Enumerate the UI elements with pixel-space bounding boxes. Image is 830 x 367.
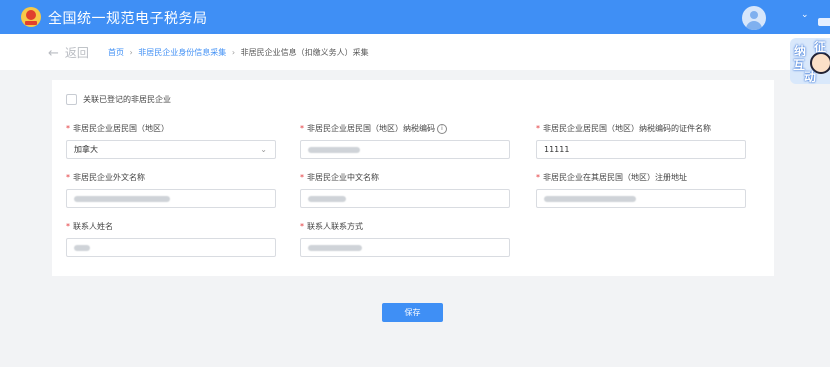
- field-foreign-name: * 非居民企业外文名称: [66, 172, 278, 208]
- field-tax-id: * 非居民企业居民国（地区）纳税编码 i: [300, 123, 512, 159]
- breadcrumb-bar: ← 返回 首页 › 非居民企业身份信息采集 › 非居民企业信息（扣缴义务人）采集: [0, 34, 830, 70]
- required-marker: *: [300, 173, 304, 182]
- required-marker: *: [66, 222, 70, 231]
- chevron-down-icon: ⌄: [260, 145, 267, 154]
- required-marker: *: [66, 124, 70, 133]
- tax-id-cert-name-input[interactable]: 11111: [536, 140, 746, 159]
- widget-char: 动: [804, 70, 817, 84]
- breadcrumb-separator: ›: [129, 48, 133, 57]
- tax-id-cert-name-label: 非居民企业居民国（地区）纳税编码的证件名称: [543, 124, 711, 133]
- redacted-value: [544, 195, 636, 202]
- breadcrumb-separator: ›: [231, 48, 236, 57]
- contact-info-input[interactable]: [300, 238, 510, 257]
- back-button[interactable]: ← 返回: [48, 44, 89, 61]
- mini-badge[interactable]: [818, 18, 830, 26]
- residence-country-value: 加拿大: [74, 145, 98, 154]
- required-marker: *: [300, 124, 304, 133]
- required-marker: *: [536, 173, 540, 182]
- contact-name-input[interactable]: [66, 238, 276, 257]
- field-chinese-name: * 非居民企业中文名称: [300, 172, 512, 208]
- save-button[interactable]: 保存: [382, 303, 443, 322]
- associate-checkbox-row[interactable]: 关联已登记的非居民企业: [66, 94, 171, 105]
- breadcrumb: 首页 › 非居民企业身份信息采集 › 非居民企业信息（扣缴义务人）采集: [108, 47, 369, 58]
- associate-label: 关联已登记的非居民企业: [83, 95, 171, 104]
- widget-char: 征: [814, 40, 827, 54]
- user-avatar-icon[interactable]: [742, 6, 766, 30]
- redacted-value: [74, 195, 170, 202]
- chinese-name-input[interactable]: [300, 189, 510, 208]
- back-label: 返回: [64, 46, 89, 60]
- info-icon[interactable]: i: [437, 123, 447, 134]
- redacted-value: [308, 146, 360, 153]
- contact-name-label: 联系人姓名: [73, 222, 113, 231]
- foreign-name-label: 非居民企业外文名称: [73, 173, 145, 182]
- redacted-value: [308, 195, 346, 202]
- registered-address-input[interactable]: [536, 189, 746, 208]
- required-marker: *: [300, 222, 304, 231]
- floating-service-widget[interactable]: 纳 征 互 动: [790, 38, 830, 84]
- tax-emblem-icon: [21, 7, 41, 27]
- associate-checkbox[interactable]: [66, 94, 77, 105]
- field-contact-name: * 联系人姓名: [66, 221, 278, 257]
- required-marker: *: [536, 124, 540, 133]
- field-residence-country: * 非居民企业居民国（地区） 加拿大 ⌄: [66, 123, 278, 159]
- required-marker: *: [66, 173, 70, 182]
- chinese-name-label: 非居民企业中文名称: [307, 173, 379, 182]
- contact-info-label: 联系人联系方式: [307, 222, 363, 231]
- residence-country-label: 非居民企业居民国（地区）: [73, 124, 169, 133]
- foreign-name-input[interactable]: [66, 189, 276, 208]
- tax-id-cert-name-value: 11111: [544, 145, 570, 154]
- field-contact-info: * 联系人联系方式: [300, 221, 512, 257]
- redacted-value: [308, 244, 362, 251]
- top-header: 全国统一规范电子税务局 ⌄: [0, 0, 830, 34]
- form-card: 关联已登记的非居民企业 * 非居民企业居民国（地区） 加拿大 ⌄ * 非居民企业居民…: [52, 80, 774, 276]
- field-tax-id-cert-name: * 非居民企业居民国（地区）纳税编码的证件名称 11111: [536, 123, 748, 159]
- redacted-value: [74, 244, 90, 251]
- app-title: 全国统一规范电子税务局: [48, 11, 208, 27]
- breadcrumb-current: 非居民企业信息（扣缴义务人）采集: [240, 48, 369, 57]
- residence-country-select[interactable]: 加拿大 ⌄: [66, 140, 276, 159]
- field-registered-address: * 非居民企业在其居民国（地区）注册地址: [536, 172, 748, 208]
- breadcrumb-home[interactable]: 首页: [108, 48, 124, 57]
- tax-id-label: 非居民企业居民国（地区）纳税编码: [307, 124, 435, 133]
- breadcrumb-identity-collection[interactable]: 非居民企业身份信息采集: [138, 48, 226, 57]
- tax-id-input[interactable]: [300, 140, 510, 159]
- registered-address-label: 非居民企业在其居民国（地区）注册地址: [543, 173, 687, 182]
- arrow-left-icon: ←: [48, 46, 59, 61]
- chevron-down-icon[interactable]: ⌄: [801, 10, 809, 20]
